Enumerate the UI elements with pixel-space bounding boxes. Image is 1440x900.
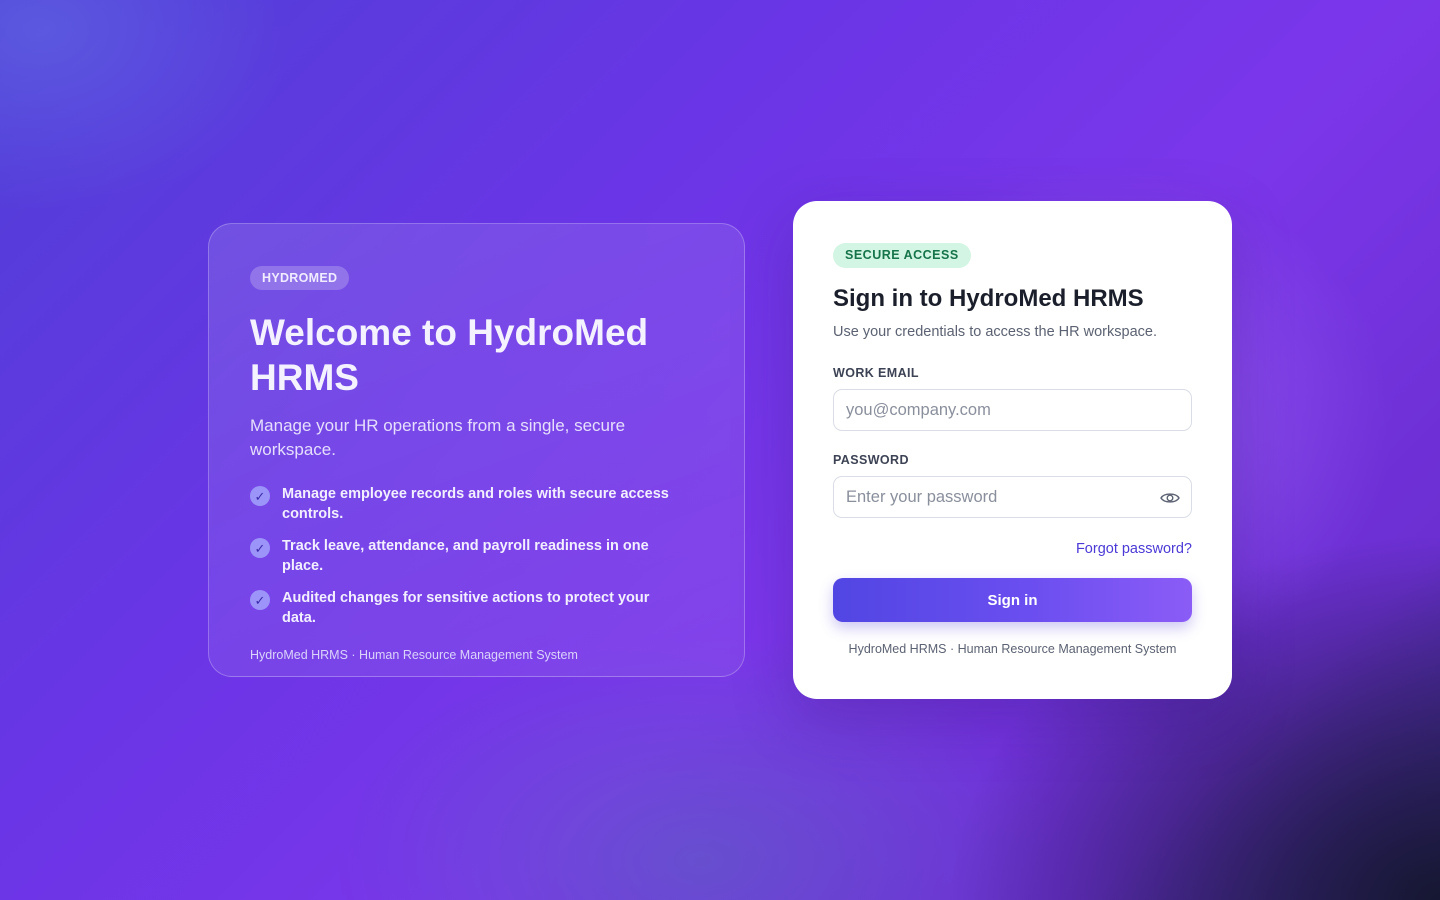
check-icon: ✓ bbox=[250, 590, 270, 610]
feature-item: ✓ Manage employee records and roles with… bbox=[250, 484, 704, 524]
feature-text: Audited changes for sensitive actions to… bbox=[282, 590, 650, 626]
feature-text: Track leave, attendance, and payroll rea… bbox=[282, 538, 649, 574]
password-field-wrapper bbox=[833, 476, 1192, 518]
welcome-subtitle: Manage your HR operations from a single,… bbox=[250, 416, 626, 459]
sign-in-button[interactable]: Sign in bbox=[833, 578, 1192, 622]
password-label: PASSWORD bbox=[833, 453, 909, 467]
check-icon: ✓ bbox=[250, 486, 270, 506]
eye-icon[interactable] bbox=[1159, 488, 1181, 508]
login-subtitle: Use your credentials to access the HR wo… bbox=[833, 324, 1157, 340]
feature-item: ✓ Track leave, attendance, and payroll r… bbox=[250, 536, 704, 576]
email-field[interactable] bbox=[834, 390, 1191, 430]
password-field[interactable] bbox=[834, 477, 1191, 517]
login-footer: HydroMed HRMS · Human Resource Managemen… bbox=[848, 642, 1177, 656]
secure-access-badge: SECURE ACCESS bbox=[833, 243, 971, 268]
feature-text: Manage employee records and roles with s… bbox=[282, 486, 669, 522]
feature-item: ✓ Audited changes for sensitive actions … bbox=[250, 588, 704, 628]
forgot-password-link[interactable]: Forgot password? bbox=[1076, 541, 1192, 557]
check-icon: ✓ bbox=[250, 538, 270, 558]
feature-list: ✓ Manage employee records and roles with… bbox=[250, 484, 704, 628]
login-title: Sign in to HydroMed HRMS bbox=[833, 285, 1144, 312]
welcome-footer: HydroMed HRMS · Human Resource Managemen… bbox=[250, 648, 578, 662]
welcome-panel: HYDROMED Welcome to HydroMed HRMS Manage… bbox=[208, 223, 745, 677]
email-field-wrapper bbox=[833, 389, 1192, 431]
brand-badge: HYDROMED bbox=[250, 266, 350, 290]
login-card: SECURE ACCESS Sign in to HydroMed HRMS U… bbox=[793, 201, 1232, 699]
email-label: WORK EMAIL bbox=[833, 366, 919, 380]
welcome-title: Welcome to HydroMed HRMS bbox=[250, 312, 649, 398]
